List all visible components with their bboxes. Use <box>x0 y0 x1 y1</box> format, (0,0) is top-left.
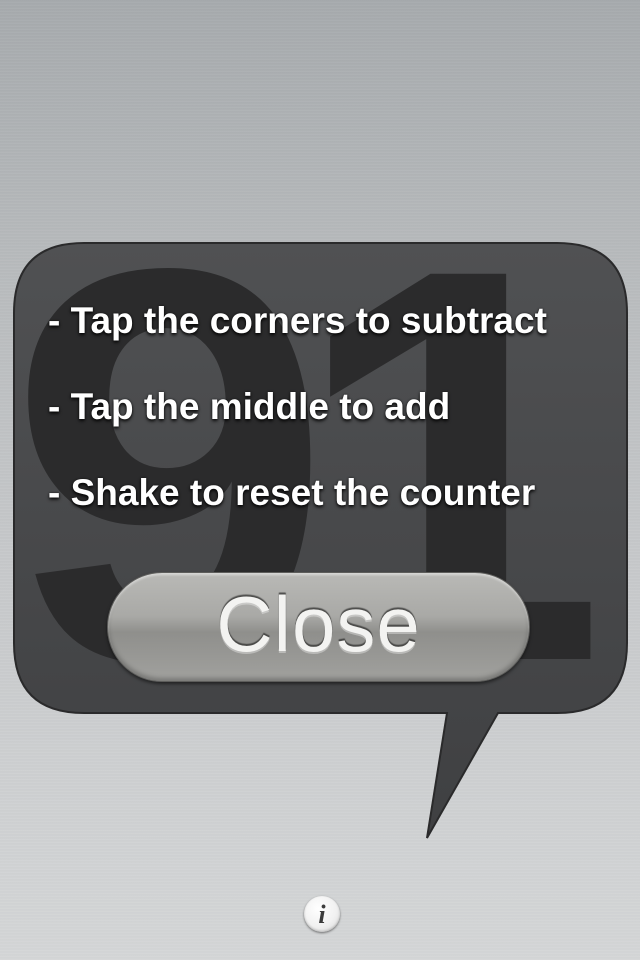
instructions-list: - Tap the corners to subtract - Tap the … <box>48 300 618 558</box>
close-button-label: Close <box>216 579 421 668</box>
close-button[interactable]: Close <box>107 572 530 682</box>
instruction-reset: - Shake to reset the counter <box>48 472 536 513</box>
info-icon-glyph: i <box>318 899 326 929</box>
instruction-add: - Tap the middle to add <box>48 386 451 427</box>
info-icon[interactable]: i <box>304 896 340 932</box>
instruction-subtract: - Tap the corners to subtract <box>48 300 547 341</box>
